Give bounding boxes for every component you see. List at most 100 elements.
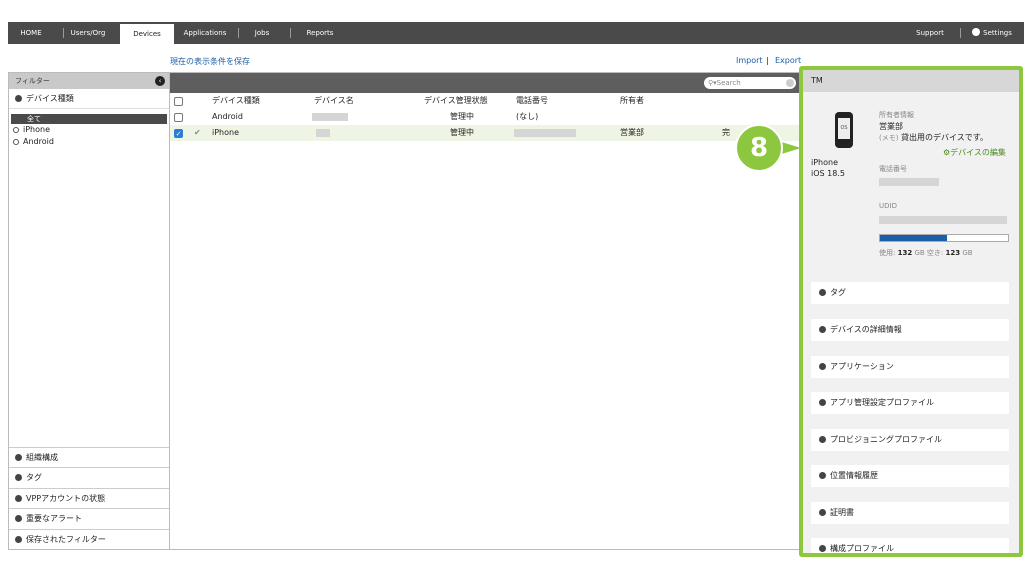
col-phone[interactable]: 電話番号 <box>516 93 548 109</box>
used-value: 132 <box>897 249 913 257</box>
row-checkbox-checked[interactable]: ✓ <box>174 129 183 138</box>
table-row-selected[interactable]: ✓ ✔ iPhone 管理中 営業部 完 <box>170 125 806 141</box>
section-org[interactable]: 組織構成 <box>9 447 169 467</box>
filter-option-android[interactable]: Android <box>9 136 169 148</box>
export-link[interactable]: Export <box>775 56 801 65</box>
chevron-down-icon <box>819 399 826 406</box>
chevron-down-icon <box>819 326 826 333</box>
free-unit: GB <box>962 249 973 257</box>
section-vpp[interactable]: VPPアカウントの状態 <box>9 487 169 508</box>
cell-extra: 完 <box>722 128 730 137</box>
cell-status: 管理中 <box>450 128 474 137</box>
section-alert[interactable]: 重要なアラート <box>9 508 169 528</box>
accordion-app-config[interactable]: アプリ管理設定プロファイル <box>811 392 1009 414</box>
tab-jobs[interactable]: Jobs <box>244 22 280 44</box>
support-link[interactable]: Support <box>910 22 950 44</box>
filter-title: フィルター <box>15 77 50 85</box>
chevron-down-icon <box>819 289 826 296</box>
managed-check-icon: ✔ <box>194 128 201 137</box>
phone-screen-text: OS <box>840 125 848 131</box>
collapse-left-icon[interactable]: ‹ <box>155 76 165 86</box>
step-badge: 8 <box>735 124 783 172</box>
accordion-label: アプリ管理設定プロファイル <box>830 398 934 407</box>
accordion-label: デバイスの詳細情報 <box>830 325 902 334</box>
phone-screen: OS <box>838 118 850 139</box>
memo: (メモ) 貸出用のデバイスです。 <box>879 132 988 143</box>
table-row[interactable]: Android 管理中 (なし) <box>170 109 806 125</box>
filter-header: フィルター ‹ <box>9 73 169 89</box>
device-detail-panel: TM OS iPhone iOS 18.5 所有者情報 営業部 (メモ) 貸出用… <box>799 66 1023 557</box>
tab-applications[interactable]: Applications <box>174 22 236 44</box>
radio-icon <box>13 139 19 145</box>
accordion-tag[interactable]: タグ <box>811 282 1009 304</box>
device-type-title: デバイス種類 <box>26 94 74 103</box>
col-status[interactable]: デバイス管理状態 <box>424 93 488 109</box>
accordion-label: アプリケーション <box>830 362 894 371</box>
tab-home[interactable]: HOME <box>8 22 54 44</box>
tab-devices[interactable]: Devices <box>120 24 174 44</box>
section-label: VPPアカウントの状態 <box>26 493 106 503</box>
section-label: 組織構成 <box>26 453 58 463</box>
search-input[interactable]: ⚲▾Search <box>704 77 796 89</box>
nav-divider <box>238 28 239 38</box>
link-divider: | <box>766 56 769 65</box>
accordion-label: プロビジョニングプロファイル <box>830 435 942 444</box>
save-filter-link[interactable]: 現在の表示条件を保存 <box>170 56 250 67</box>
top-nav: HOME Users/Org Devices Applications Jobs… <box>8 22 1024 44</box>
storage-text: 使用: 132 GB 空き: 123 GB <box>879 248 973 258</box>
memo-label: (メモ) <box>879 134 899 142</box>
accordion-location[interactable]: 位置情報履歴 <box>811 465 1009 487</box>
cell-owner: 営業部 <box>620 128 644 137</box>
owner-dept: 営業部 <box>879 122 903 131</box>
filter-option-all[interactable]: 全て <box>11 114 167 124</box>
edit-device-label: デバイスの編集 <box>950 148 1006 157</box>
cell-device-type: Android <box>212 112 243 121</box>
chevron-down-icon <box>15 454 22 462</box>
accordion-label: タグ <box>830 288 846 297</box>
udid-label: UDID <box>879 202 897 210</box>
table-toolbar: ⚲▾Search <box>170 73 805 93</box>
section-label: 重要なアラート <box>26 514 82 524</box>
col-owner[interactable]: 所有者 <box>620 93 644 109</box>
chevron-down-icon <box>15 474 22 482</box>
accordion-details[interactable]: デバイスの詳細情報 <box>811 319 1009 341</box>
redacted-udid <box>879 216 1007 224</box>
import-link[interactable]: Import <box>736 56 763 65</box>
chevron-down-icon <box>15 494 22 502</box>
tab-reports[interactable]: Reports <box>300 22 340 44</box>
filter-option-iphone[interactable]: iPhone <box>9 124 169 136</box>
storage-fill <box>880 235 947 241</box>
section-tag[interactable]: タグ <box>9 467 169 487</box>
accordion-label: 構成プロファイル <box>830 544 894 553</box>
row-checkbox[interactable] <box>174 113 183 122</box>
device-model: iPhone <box>811 158 839 167</box>
section-saved-filter[interactable]: 保存されたフィルター <box>9 528 169 549</box>
tab-users-org[interactable]: Users/Org <box>64 22 112 44</box>
settings-link[interactable]: Settings <box>966 22 1018 44</box>
accordion-apps[interactable]: アプリケーション <box>811 356 1009 378</box>
device-type-section[interactable]: デバイス種類 <box>9 89 169 109</box>
col-device-name[interactable]: デバイス名 <box>314 93 354 109</box>
redacted-phone <box>879 178 939 186</box>
nav-divider <box>960 28 961 38</box>
chevron-down-icon <box>819 472 826 479</box>
search-placeholder: Search <box>716 79 741 87</box>
edit-device-link[interactable]: ⚙デバイスの編集 <box>943 147 1006 158</box>
section-label: タグ <box>26 473 42 483</box>
select-all-checkbox[interactable] <box>174 97 183 106</box>
chevron-down-icon <box>819 545 826 552</box>
radio-icon <box>13 127 19 133</box>
filter-option-label: iPhone <box>23 125 51 134</box>
clear-icon[interactable] <box>786 79 794 87</box>
gear-icon <box>972 28 981 36</box>
col-device-type[interactable]: デバイス種類 <box>212 93 260 109</box>
redacted-name <box>316 129 330 137</box>
memo-text: 貸出用のデバイスです。 <box>901 133 988 142</box>
accordion-config-profile[interactable]: 構成プロファイル <box>811 538 1009 553</box>
detail-header: TM <box>803 70 1019 92</box>
accordion-provisioning[interactable]: プロビジョニングプロファイル <box>811 429 1009 451</box>
filter-sections: 組織構成 タグ VPPアカウントの状態 重要なアラート 保存されたフィルター <box>9 447 169 549</box>
accordion-certificates[interactable]: 証明書 <box>811 502 1009 524</box>
table-header: デバイス種類 デバイス名 デバイス管理状態 電話番号 所有者 <box>170 93 806 109</box>
used-unit: GB <box>914 249 925 257</box>
